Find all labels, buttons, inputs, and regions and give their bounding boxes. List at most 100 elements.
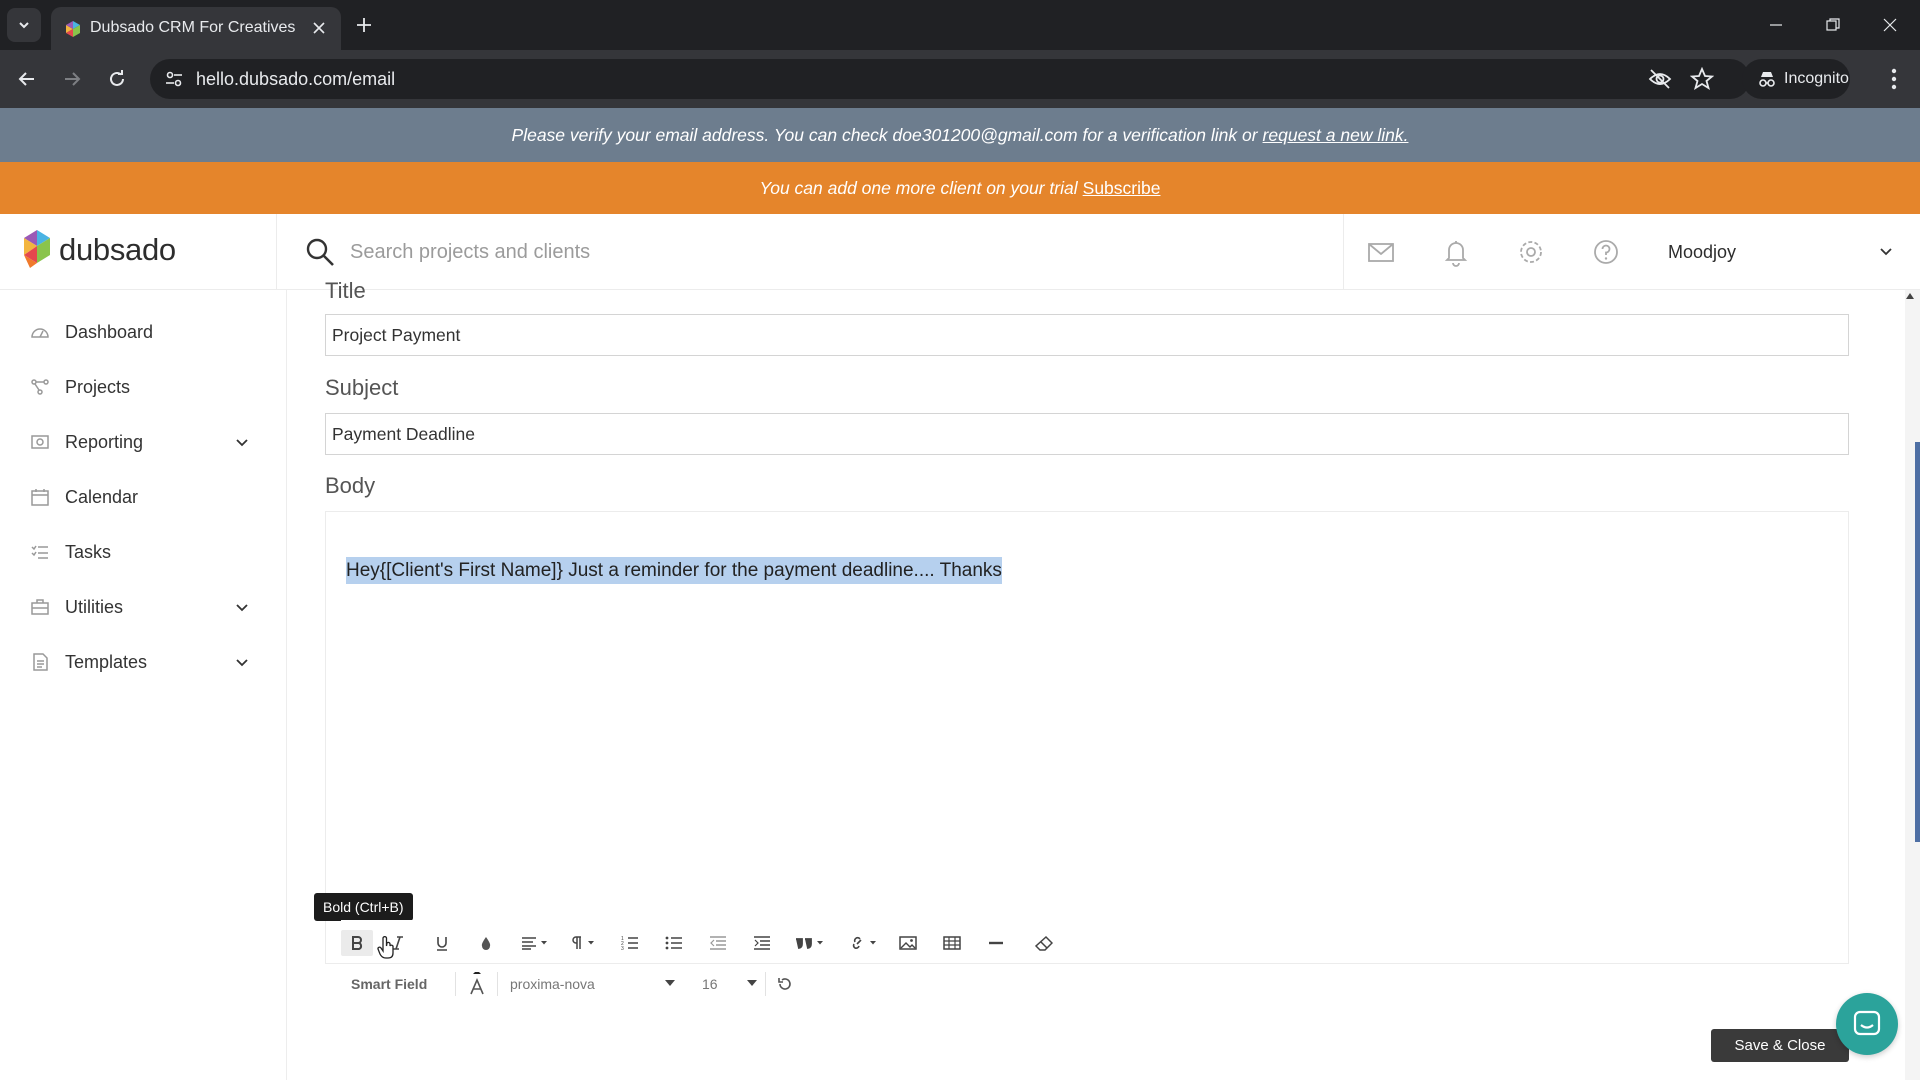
url-text[interactable]: hello.dubsado.com/email — [196, 69, 395, 90]
browser-tab[interactable]: Dubsado CRM For Creatives — [51, 7, 341, 50]
separator — [455, 972, 456, 996]
header-divider — [1343, 214, 1344, 290]
site-settings-icon[interactable] — [164, 69, 184, 89]
bold-button[interactable] — [341, 930, 373, 956]
bullet-list-icon — [665, 936, 682, 950]
indent-button[interactable] — [749, 930, 775, 956]
sidebar-item-label: Reporting — [65, 431, 144, 452]
body-text[interactable]: Hey{[Client's First Name]} Just a remind… — [346, 557, 1002, 584]
browser-toolbar: hello.dubsado.com/email Incognito — [0, 50, 1920, 108]
scroll-up-arrow[interactable] — [1906, 293, 1914, 299]
bookmark-star-icon[interactable] — [1690, 67, 1714, 91]
align-dropdown[interactable] — [519, 930, 553, 956]
search-input[interactable] — [350, 232, 1330, 272]
new-tab-button[interactable] — [351, 12, 377, 38]
clear-format-button[interactable] — [1031, 930, 1057, 956]
scrollbar-thumb[interactable] — [1915, 442, 1920, 842]
sidebar-item-label: Templates — [65, 651, 148, 672]
sidebar-item-label: Projects — [65, 376, 131, 397]
reporting-icon — [31, 435, 49, 449]
logo-text[interactable]: dubsado — [59, 232, 176, 268]
separator — [765, 972, 766, 996]
minimize-button[interactable] — [1758, 9, 1794, 41]
dubsado-logo-icon[interactable] — [22, 228, 52, 274]
horizontal-rule-button[interactable] — [983, 930, 1009, 956]
request-new-link[interactable]: request a new link. — [1263, 125, 1409, 146]
sidebar-item-dashboard[interactable]: Dashboard — [30, 312, 250, 352]
calendar-icon — [31, 489, 49, 506]
trial-banner-text: You can add one more client on your tria… — [759, 177, 1078, 198]
plus-icon — [357, 18, 371, 32]
align-left-icon — [522, 937, 547, 950]
app-header: dubsado Moodjoy — [0, 214, 1920, 290]
back-button[interactable] — [10, 62, 44, 96]
font-family-value: proxima-nova — [510, 976, 595, 992]
sidebar-item-label: Tasks — [65, 541, 112, 562]
projects-icon — [31, 379, 49, 395]
image-icon — [899, 936, 917, 950]
sidebar-item-templates[interactable]: Templates — [30, 642, 250, 682]
caret-down-icon — [665, 980, 675, 986]
ordered-list-button[interactable]: 123 — [617, 930, 643, 956]
sidebar-item-tasks[interactable]: Tasks — [30, 532, 250, 572]
chevron-down-icon[interactable] — [234, 655, 250, 671]
sidebar-item-calendar[interactable]: Calendar — [30, 477, 250, 517]
reload-button[interactable] — [100, 62, 134, 96]
bullet-list-button[interactable] — [661, 930, 687, 956]
minimize-icon — [1770, 24, 1782, 26]
sidebar-item-label: Dashboard — [65, 321, 154, 342]
restore-button[interactable] — [1815, 9, 1851, 41]
chevron-down-icon[interactable] — [234, 600, 250, 616]
body-editor[interactable]: Hey{[Client's First Name]} Just a remind… — [325, 511, 1849, 963]
sidebar-item-reporting[interactable]: Reporting — [30, 422, 250, 462]
svg-text:3: 3 — [621, 946, 624, 951]
chevron-down-icon[interactable] — [234, 435, 250, 451]
tab-close-button[interactable] — [309, 18, 329, 38]
quote-dropdown[interactable] — [793, 930, 829, 956]
font-size-value: 16 — [702, 976, 718, 992]
subscribe-link[interactable]: Subscribe — [1083, 178, 1161, 199]
body-label: Body — [325, 473, 376, 498]
text-color-button[interactable] — [473, 930, 499, 956]
close-window-button[interactable] — [1872, 9, 1908, 41]
subject-input[interactable] — [325, 413, 1849, 455]
briefcase-icon — [31, 599, 49, 615]
table-icon — [943, 936, 961, 950]
reload-icon — [110, 70, 124, 86]
underline-button[interactable] — [429, 930, 455, 956]
chat-launcher[interactable] — [1836, 993, 1898, 1055]
tab-search-button[interactable] — [7, 8, 41, 42]
verify-email-banner: Please verify your email address. You ca… — [0, 108, 1920, 162]
paragraph-dropdown[interactable] — [569, 930, 601, 956]
selected-body-text[interactable]: Hey{[Client's First Name]} Just a remind… — [346, 557, 1002, 584]
help-icon[interactable] — [1591, 237, 1621, 267]
sidebar-item-projects[interactable]: Projects — [30, 367, 250, 407]
separator — [497, 972, 498, 996]
forward-button[interactable] — [55, 62, 89, 96]
font-size-select[interactable]: 16 — [702, 976, 757, 992]
font-color-icon[interactable] — [469, 972, 485, 996]
outdent-button[interactable] — [705, 930, 731, 956]
eye-off-icon[interactable] — [1648, 68, 1672, 90]
insert-image-button[interactable] — [895, 930, 921, 956]
user-menu-name[interactable]: Moodjoy — [1668, 242, 1736, 263]
address-bar[interactable]: hello.dubsado.com/email — [150, 59, 1750, 99]
gear-icon[interactable] — [1516, 237, 1546, 267]
sidebar-item-label: Calendar — [65, 486, 139, 507]
incognito-indicator[interactable]: Incognito — [1742, 59, 1850, 99]
chevron-down-icon[interactable] — [1878, 244, 1894, 260]
smart-field-button[interactable]: Smart Field — [351, 976, 427, 992]
title-input[interactable] — [325, 314, 1849, 356]
more-vertical-icon[interactable] — [1882, 64, 1906, 94]
save-close-button[interactable]: Save & Close — [1711, 1029, 1849, 1062]
dashboard-icon — [31, 328, 49, 338]
sidebar-item-utilities[interactable]: Utilities — [30, 587, 250, 627]
undo-icon[interactable] — [777, 976, 793, 992]
bell-icon[interactable] — [1441, 237, 1471, 267]
link-dropdown[interactable] — [849, 930, 883, 956]
font-family-select[interactable]: proxima-nova — [510, 976, 675, 992]
tasks-icon — [31, 545, 48, 559]
insert-table-button[interactable] — [939, 930, 965, 956]
tab-title: Dubsado CRM For Creatives — [90, 19, 296, 36]
mail-icon[interactable] — [1366, 237, 1396, 267]
